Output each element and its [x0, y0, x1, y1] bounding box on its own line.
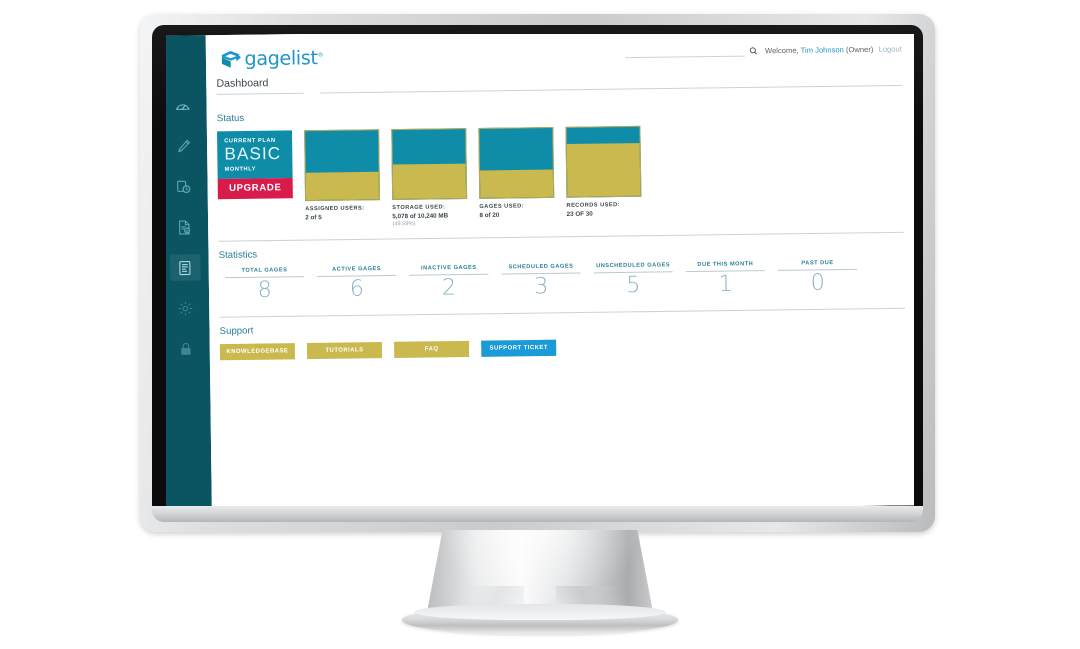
search-group — [625, 44, 758, 58]
status-gauge-storage-used: STORAGE USED: 5,078 of 10,240 MB (49.59%… — [391, 128, 468, 228]
status-gauge-assigned-users: ASSIGNED USERS: 2 of 5 — [304, 129, 381, 222]
plan-name: BASIC — [224, 143, 282, 164]
gauge-fill — [392, 163, 467, 199]
welcome-message: Welcome, Tim Johnson (Owner) Logout — [765, 44, 902, 55]
stat-unscheduled-gages: UNSCHEDULED GAGES 5 — [588, 262, 680, 299]
sidebar-item-gages[interactable] — [168, 133, 199, 160]
stat-due-this-month: DUE THIS MONTH 1 — [680, 260, 772, 298]
faq-button[interactable]: FAQ — [394, 341, 470, 359]
gauge-label: STORAGE USED: — [392, 204, 446, 212]
gauge-bar — [565, 125, 642, 198]
support-section-title: Support — [219, 325, 254, 338]
gauge-bar — [304, 129, 381, 202]
brand-name: gagelist® — [244, 46, 324, 70]
gagelist-cube-arrow-logo — [221, 50, 241, 68]
stat-value: 6 — [349, 276, 365, 302]
plan-cycle: MONTHLY — [224, 166, 257, 173]
stat-value: 1 — [718, 271, 733, 298]
search-icon[interactable] — [749, 46, 758, 55]
statistics-grid: TOTAL GAGES 8 ACTIVE GAGES 6 INACTIVE GA… — [219, 259, 905, 306]
sidebar-item-dashboard[interactable] — [167, 92, 198, 119]
support-buttons-row: KNOWLEDGEBASE TUTORIALS FAQ SUPPORT TICK… — [219, 335, 906, 361]
topbar-right-group: Welcome, Tim Johnson (Owner) Logout — [625, 43, 902, 58]
stat-value: 5 — [626, 272, 641, 299]
gauge-label: GAGES USED: — [479, 203, 525, 211]
monitor-scene: gagelist® Welcome, Tim Johnson (Owner) L… — [0, 0, 1080, 649]
gauge-value: 8 of 20 — [479, 211, 500, 220]
sidebar-item-security[interactable] — [171, 335, 202, 362]
gauge-value: 5,078 of 10,240 MB — [392, 212, 449, 221]
current-plan-card: CURRENT PLAN BASIC MONTHLY UPGRADE — [217, 130, 293, 200]
status-cards-row: CURRENT PLAN BASIC MONTHLY UPGRADE ASSIG… — [217, 122, 904, 229]
caliper-tool-icon — [178, 139, 191, 152]
user-name-link[interactable]: Tim Johnson — [801, 45, 844, 55]
statistics-divider — [219, 308, 906, 319]
gage-clock-icon — [177, 180, 191, 193]
gauge-bar — [391, 128, 468, 200]
gauge-bar — [478, 126, 555, 199]
dashboard-gauge-icon — [175, 103, 190, 110]
page-title: Dashboard — [216, 76, 304, 95]
gauge-sub — [480, 219, 555, 220]
gauge-fill — [479, 169, 554, 198]
statistics-section-title: Statistics — [218, 249, 258, 262]
lock-icon — [181, 342, 191, 355]
report-list-icon — [179, 260, 191, 275]
sidebar-item-settings[interactable] — [170, 295, 201, 322]
gauge-value: 23 OF 30 — [566, 210, 593, 218]
stat-inactive-gages: INACTIVE GAGES 2 — [403, 264, 495, 302]
document-check-icon — [179, 220, 190, 235]
knowledgebase-button[interactable]: KNOWLEDGEBASE — [219, 343, 295, 361]
monitor-stand-base-top — [414, 604, 666, 620]
sidebar-item-reports[interactable] — [169, 254, 201, 281]
status-divider — [218, 231, 905, 242]
gauge-label: ASSIGNED USERS: — [305, 205, 365, 213]
status-section-title: Status — [216, 112, 245, 125]
stat-scheduled-gages: SCHEDULED GAGES 3 — [495, 263, 587, 300]
brand-logo[interactable]: gagelist® — [220, 46, 324, 70]
search-input[interactable] — [625, 44, 745, 58]
gauge-value: 2 of 5 — [305, 214, 322, 222]
stat-value: 8 — [257, 277, 272, 304]
stat-total-gages: TOTAL GAGES 8 — [219, 267, 311, 304]
gauge-sub — [305, 221, 380, 222]
gauge-label: RECORDS USED: — [566, 202, 621, 209]
sidebar-item-calibrations[interactable] — [168, 173, 199, 200]
dashboard-body: Status CURRENT PLAN BASIC MONTHLY UPGRAD… — [206, 86, 914, 361]
gagelist-web-app: gagelist® Welcome, Tim Johnson (Owner) L… — [166, 34, 914, 507]
logout-link[interactable]: Logout — [878, 44, 901, 53]
user-role: (Owner) — [845, 44, 874, 54]
gauge-fill — [566, 142, 641, 197]
gauge-sub: (49.59%) — [392, 220, 416, 228]
monitor-bottom-bezel — [152, 506, 923, 522]
stat-past-due: PAST DUE 0 — [772, 259, 864, 297]
sidebar-nav — [166, 35, 212, 507]
screen-viewport: gagelist® Welcome, Tim Johnson (Owner) L… — [166, 34, 914, 507]
stat-active-gages: ACTIVE GAGES 6 — [311, 265, 403, 303]
stat-value: 2 — [441, 275, 457, 301]
sidebar-item-records[interactable] — [169, 214, 200, 241]
support-ticket-button[interactable]: SUPPORT TICKET — [481, 339, 557, 358]
stat-value: 0 — [810, 270, 826, 296]
stat-value: 3 — [533, 273, 549, 300]
status-gauge-gages-used: GAGES USED: 8 of 20 — [478, 126, 555, 220]
tutorials-button[interactable]: TUTORIALS — [306, 342, 383, 360]
gauge-fill — [305, 171, 379, 201]
welcome-prefix: Welcome, — [764, 45, 799, 55]
plan-card-body: CURRENT PLAN BASIC MONTHLY — [217, 130, 293, 179]
status-gauge-records-used: RECORDS USED: 23 OF 30 — [565, 125, 642, 219]
gauge-sub — [567, 218, 642, 219]
gear-settings-icon — [178, 301, 193, 315]
main-content: gagelist® Welcome, Tim Johnson (Owner) L… — [205, 34, 914, 507]
upgrade-button[interactable]: UPGRADE — [217, 177, 293, 200]
